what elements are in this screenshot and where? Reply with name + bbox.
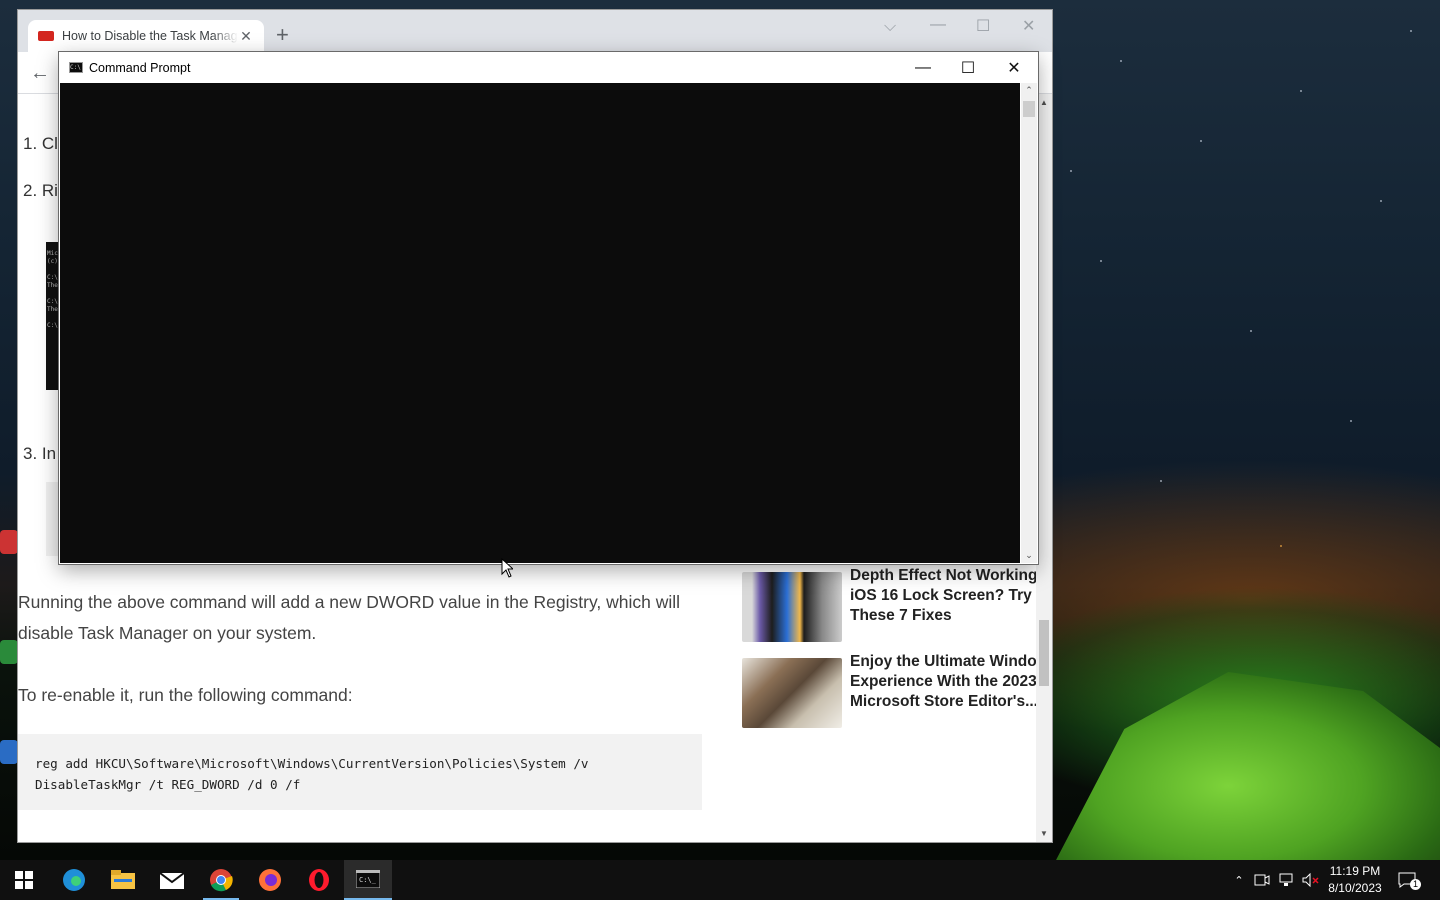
browser-tab[interactable]: How to Disable the Task Manager ✕ — [28, 20, 264, 52]
mail-taskbar-button[interactable] — [148, 860, 196, 900]
chrome-icon — [210, 869, 233, 892]
svg-text:C:\_: C:\_ — [359, 876, 377, 884]
scroll-down-icon[interactable]: ⌄ — [1021, 550, 1037, 561]
tab-strip: How to Disable the Task Manager ✕ + ⌵ — … — [18, 10, 1052, 52]
tab-search-icon[interactable]: ⌵ — [884, 18, 896, 36]
new-tab-button[interactable]: + — [276, 24, 289, 46]
related-title: Enjoy the Ultimate Windov Experience Wit… — [850, 653, 1036, 710]
desktop-icon[interactable] — [0, 640, 18, 664]
edge-taskbar-button[interactable] — [50, 860, 98, 900]
command-prompt-window[interactable]: C:\ Command Prompt — ☐ ✕ ⌃ ⌄ — [59, 52, 1038, 564]
related-thumbnail — [742, 572, 842, 642]
code-block: reg add HKCU\Software\Microsoft\Windows\… — [18, 734, 702, 810]
clock-date: 8/10/2023 — [1328, 881, 1382, 895]
tent-image — [1055, 672, 1440, 860]
list-item: 2. Ri — [23, 181, 58, 200]
maximize-icon[interactable]: ☐ — [945, 52, 991, 83]
opera-icon — [309, 869, 329, 891]
desktop-icon[interactable] — [0, 740, 18, 764]
folder-icon — [111, 870, 135, 889]
volume-muted-icon[interactable] — [1302, 873, 1320, 887]
chrome-taskbar-button[interactable] — [197, 860, 245, 900]
cmd-app-icon: C:\ — [69, 62, 83, 73]
windows-logo-icon — [15, 871, 33, 889]
network-icon[interactable] — [1278, 873, 1294, 887]
related-article[interactable]: Depth Effect Not Working iOS 16 Lock Scr… — [742, 567, 1036, 642]
site-favicon-icon — [38, 31, 54, 41]
related-title: Depth Effect Not Working iOS 16 Lock Scr… — [850, 567, 1036, 624]
article-paragraph: To re-enable it, run the following comma… — [18, 685, 353, 705]
related-article[interactable]: Enjoy the Ultimate Windov Experience Wit… — [742, 653, 1036, 728]
command-prompt-icon: C:\_ — [356, 870, 380, 888]
opera-taskbar-button[interactable] — [295, 860, 343, 900]
minimize-icon[interactable]: — — [930, 16, 946, 34]
notification-count-badge: 1 — [1410, 878, 1421, 890]
page-scrollbar[interactable]: ▲ ▼ — [1036, 94, 1052, 842]
edge-icon — [63, 869, 85, 891]
related-thumbnail — [742, 658, 842, 728]
list-item: 1. Cl — [23, 134, 58, 153]
scroll-up-icon[interactable]: ⌃ — [1021, 85, 1037, 96]
show-hidden-icons-icon[interactable]: ⌃ — [1230, 874, 1248, 887]
system-clock[interactable]: 11:19 PM 8/10/2023 — [1320, 863, 1390, 897]
tab-close-icon[interactable]: ✕ — [238, 28, 254, 45]
scroll-up-icon[interactable]: ▲ — [1036, 98, 1052, 107]
firefox-icon — [259, 869, 281, 891]
meet-now-icon[interactable] — [1254, 873, 1270, 887]
firefox-taskbar-button[interactable] — [246, 860, 294, 900]
mouse-cursor-icon — [501, 558, 513, 578]
close-icon[interactable]: ✕ — [1022, 16, 1035, 36]
desktop-icon[interactable] — [0, 530, 18, 554]
article-paragraph: Running the above command will add a new… — [18, 592, 681, 643]
command-prompt-taskbar-button[interactable]: C:\_ — [344, 860, 392, 900]
scroll-thumb[interactable] — [1023, 101, 1035, 117]
cmd-titlebar[interactable]: C:\ Command Prompt — ☐ ✕ — [59, 52, 1038, 83]
minimize-icon[interactable]: — — [900, 52, 946, 83]
cmd-scrollbar[interactable]: ⌃ ⌄ — [1021, 83, 1037, 563]
maximize-icon[interactable]: ☐ — [976, 16, 990, 36]
taskbar: C:\_ ⌃ 11:19 PM 8/10/2023 1 — [0, 860, 1440, 900]
action-center-button[interactable]: 1 — [1398, 860, 1427, 900]
mail-icon — [160, 872, 184, 889]
scroll-thumb[interactable] — [1039, 620, 1049, 686]
back-arrow-icon[interactable]: ← — [30, 62, 50, 85]
cmd-console[interactable] — [60, 83, 1020, 563]
close-icon[interactable]: ✕ — [991, 52, 1037, 83]
clock-time: 11:19 PM — [1329, 864, 1381, 878]
scroll-down-icon[interactable]: ▼ — [1036, 829, 1052, 838]
start-button[interactable] — [0, 860, 48, 900]
list-item: 3. In — [23, 444, 57, 463]
file-explorer-taskbar-button[interactable] — [99, 860, 147, 900]
system-tray: ⌃ — [1230, 860, 1320, 900]
tab-title: How to Disable the Task Manager — [62, 29, 238, 43]
cmd-title: Command Prompt — [89, 60, 191, 75]
